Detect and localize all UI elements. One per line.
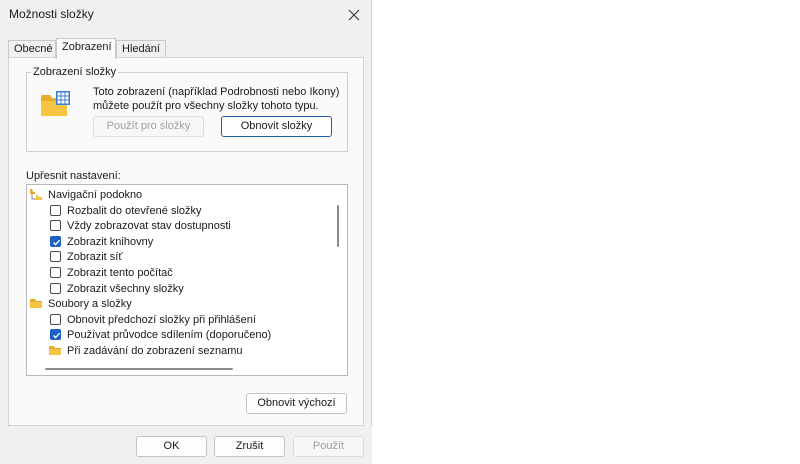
close-icon	[348, 9, 360, 21]
folder-options-dialog: Možnosti složky Obecné Zobrazení Hledání…	[0, 0, 372, 464]
checkbox-unchecked[interactable]	[50, 267, 61, 278]
apply-to-folders-button[interactable]: Použít pro složky	[93, 116, 204, 137]
tab-view[interactable]: Zobrazení	[56, 38, 116, 59]
folder-views-description: Toto zobrazení (například Podrobnosti ne…	[93, 85, 343, 113]
checkbox-checked[interactable]	[50, 329, 61, 341]
description-line-1: Toto zobrazení (například Podrobnosti ne…	[93, 86, 340, 98]
dialog-footer: OK Zrušit Použít	[0, 426, 372, 464]
tree-item-label: Používat průvodce sdílením (doporučeno)	[67, 329, 272, 342]
horizontal-scrollbar[interactable]	[45, 368, 233, 370]
folder-view-icon	[41, 91, 70, 116]
checkbox-unchecked[interactable]	[50, 220, 61, 232]
tree-item-label: Zobrazit knihovny	[67, 235, 154, 248]
tree-item-label: Vždy zobrazovat stav dostupnosti	[67, 220, 231, 233]
checkbox-checked[interactable]	[50, 235, 61, 247]
description-line-2: můžete použít pro všechny složky tohoto …	[93, 100, 319, 112]
advanced-settings-tree[interactable]: Navigační podokno Rozbalit do otevřené sl…	[26, 184, 348, 376]
folder-icon	[30, 298, 43, 314]
folder-icon	[49, 345, 62, 361]
checkbox-unchecked[interactable]	[50, 313, 61, 325]
tree-item-label: Zobrazit tento počítač	[67, 267, 173, 279]
tree-item-label: Zobrazit síť	[67, 251, 123, 264]
tree-item-label: Navigační podokno	[48, 189, 143, 201]
tree-item-label: Zobrazit všechny složky	[67, 282, 184, 295]
close-button[interactable]	[336, 0, 372, 30]
tree-item-label: Rozbalit do otevřené složky	[67, 204, 202, 217]
reset-folders-button[interactable]: Obnovit složky	[221, 116, 332, 137]
apply-button[interactable]: Použít	[293, 436, 364, 457]
advanced-settings-label: Upřesnit nastavení:	[26, 170, 121, 182]
vertical-scrollbar[interactable]	[337, 205, 339, 247]
window-title: Možnosti složky	[9, 7, 94, 21]
title-bar[interactable]: Možnosti složky	[0, 0, 372, 30]
tree-item-label: Při zadávání do zobrazení seznamu	[67, 345, 243, 357]
folder-views-label: Zobrazení složky	[31, 66, 119, 78]
checkbox-unchecked[interactable]	[50, 204, 61, 216]
checkbox-unchecked[interactable]	[50, 282, 61, 294]
tree-item-label: Obnovit předchozí složky při přihlášení	[67, 313, 256, 326]
checkbox-unchecked[interactable]	[50, 251, 61, 263]
tree-item-label: Soubory a složky	[48, 298, 132, 311]
cancel-button[interactable]: Zrušit	[214, 436, 285, 457]
navigation-pane-icon	[30, 189, 43, 206]
tab-general[interactable]: Obecné	[8, 40, 56, 57]
tab-search[interactable]: Hledání	[116, 40, 166, 57]
ok-button[interactable]: OK	[136, 436, 207, 457]
restore-defaults-button[interactable]: Obnovit výchozí	[246, 393, 347, 414]
